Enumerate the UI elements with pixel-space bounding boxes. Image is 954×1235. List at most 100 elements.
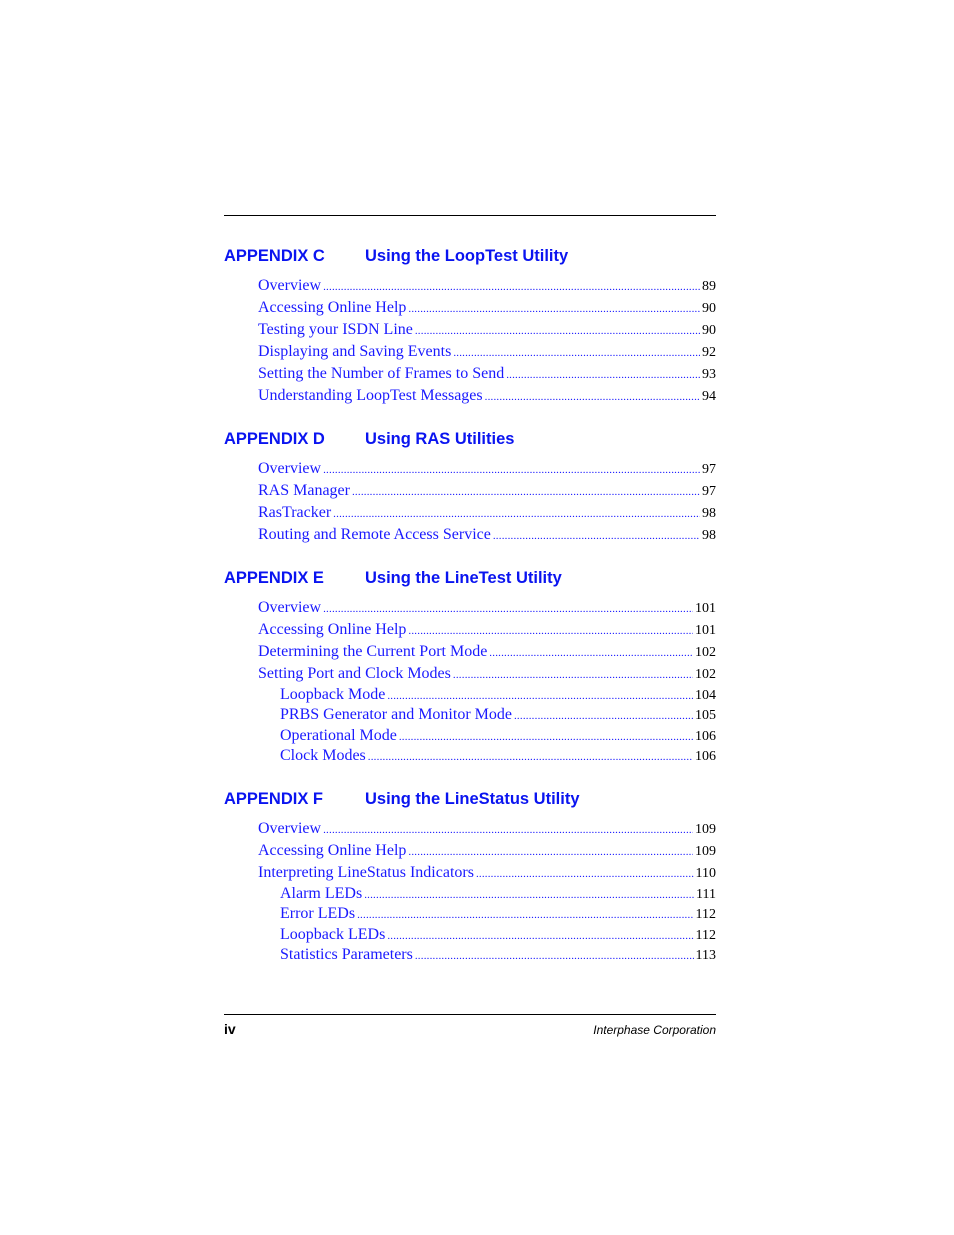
toc-entry-text[interactable]: Overview [224,818,321,840]
dot-leader [408,841,693,863]
appendix-heading[interactable]: APPENDIX F Using the LineStatus Utility [224,790,716,812]
toc-entry-text[interactable]: Operational Mode [224,726,397,746]
toc-subentry[interactable]: PRBS Generator and Monitor Mode 105 [224,705,716,725]
toc-page-number: 105 [695,708,716,724]
toc-entry-text[interactable]: Determining the Current Port Mode [224,641,487,663]
page-footer: iv Interphase Corporation [224,1021,716,1039]
dot-leader [493,525,700,547]
toc-entry-text[interactable]: Loopback LEDs [224,925,385,945]
appendix-d-section: APPENDIX D Using RAS Utilities Overview 9… [224,430,716,546]
dot-leader [415,946,694,966]
toc-entries: Overview 109 Accessing Online Help 109 Int… [224,818,716,965]
toc-subentry[interactable]: Statistics Parameters 113 [224,945,716,965]
toc-entry-text[interactable]: Accessing Online Help [224,619,406,641]
appendix-title[interactable]: Using the LineTest Utility [365,569,562,588]
toc-page-number: 104 [695,688,716,703]
toc-entry-text[interactable]: Displaying and Saving Events [224,341,451,363]
toc-entry-text[interactable]: Routing and Remote Access Service [224,524,491,546]
toc-entry[interactable]: RAS Manager 97 [224,480,716,502]
toc-page-number: 112 [695,907,716,923]
toc-entry[interactable]: Testing your ISDN Line 90 [224,319,716,341]
toc-entry-text[interactable]: Overview [224,597,321,619]
appendix-label: APPENDIX C [224,247,325,265]
dot-leader [357,905,693,925]
toc-entry[interactable]: Accessing Online Help 90 [224,297,716,319]
appendix-title[interactable]: Using RAS Utilities [365,430,514,449]
toc-page-number: 110 [695,866,716,881]
dot-leader [453,664,693,686]
toc-entry-text[interactable]: Statistics Parameters [224,945,413,965]
toc-subentry[interactable]: Loopback Mode 104 [224,685,716,705]
toc-entry-text[interactable]: Overview [224,458,321,480]
toc-entry-text[interactable]: Testing your ISDN Line [224,319,413,341]
toc-entry-text[interactable]: Understanding LoopTest Messages [224,385,483,407]
toc-page-number: 97 [702,484,716,499]
toc-entry-text[interactable]: Accessing Online Help [224,840,406,862]
dot-leader [506,364,700,386]
toc-entry[interactable]: Interpreting LineStatus Indicators 110 [224,862,716,884]
appendix-heading[interactable]: APPENDIX D Using RAS Utilities [224,430,716,452]
toc-entries: Overview 97 RAS Manager 97 RasTracker 98 Ro… [224,458,716,546]
toc-page-number: 90 [702,301,716,316]
toc-entry-text[interactable]: Alarm LEDs [224,884,362,904]
toc-entry[interactable]: Setting Port and Clock Modes 102 [224,663,716,685]
toc-entry[interactable]: Determining the Current Port Mode 102 [224,641,716,663]
toc-entry[interactable]: Overview 109 [224,818,716,840]
toc-page-number: 101 [695,601,716,616]
toc-page-number: 106 [695,748,716,764]
toc-page-number: 102 [695,667,716,682]
toc-page-number: 102 [695,645,716,660]
toc-page-number: 106 [695,728,716,744]
toc-subentry[interactable]: Operational Mode 106 [224,726,716,746]
toc-page-number: 112 [695,927,716,943]
appendix-f-section: APPENDIX F Using the LineStatus Utility … [224,790,716,965]
toc-page-number: 111 [696,887,716,902]
toc-subentry[interactable]: Alarm LEDs 111 [224,884,716,904]
appendix-heading[interactable]: APPENDIX C Using the LoopTest Utility [224,247,716,269]
toc-entry-text[interactable]: RAS Manager [224,480,350,502]
toc-entry[interactable]: Routing and Remote Access Service 98 [224,524,716,546]
dot-leader [489,642,693,664]
footer-company: Interphase Corporation [593,1023,716,1037]
toc-entry[interactable]: Setting the Number of Frames to Send 93 [224,363,716,385]
toc-entry[interactable]: Overview 97 [224,458,716,480]
toc-page-number: 93 [702,367,716,382]
toc-entry-text[interactable]: RasTracker [224,502,331,524]
toc-entry[interactable]: RasTracker 98 [224,502,716,524]
dot-leader [323,819,693,841]
toc-entry[interactable]: Accessing Online Help 101 [224,619,716,641]
appendix-label: APPENDIX E [224,569,324,587]
toc-entry-text[interactable]: Clock Modes [224,746,366,766]
toc-subentry[interactable]: Error LEDs 112 [224,904,716,924]
toc-entry[interactable]: Overview 89 [224,275,716,297]
toc-entry-text[interactable]: Setting the Number of Frames to Send [224,363,504,385]
toc-entry-text[interactable]: Setting Port and Clock Modes [224,663,451,685]
toc-entry-text[interactable]: Overview [224,275,321,297]
toc-entry-text[interactable]: Accessing Online Help [224,297,406,319]
appendix-label: APPENDIX D [224,430,325,448]
appendix-title[interactable]: Using the LineStatus Utility [365,790,580,809]
toc-entry[interactable]: Understanding LoopTest Messages 94 [224,385,716,407]
dot-leader [323,276,700,298]
dot-leader [415,320,700,342]
toc-page-number: 94 [702,389,716,404]
footer-page-number: iv [224,1021,236,1037]
appendix-title[interactable]: Using the LoopTest Utility [365,247,568,266]
toc-entry[interactable]: Overview 101 [224,597,716,619]
toc-page-number: 90 [702,323,716,338]
toc-entry[interactable]: Accessing Online Help 109 [224,840,716,862]
toc-entry-text[interactable]: Error LEDs [224,904,355,924]
toc-subentry[interactable]: Loopback LEDs 112 [224,925,716,945]
toc-page-number: 109 [695,844,716,859]
toc-entry-text[interactable]: Loopback Mode [224,685,385,705]
toc-entry-text[interactable]: Interpreting LineStatus Indicators [224,862,474,884]
toc-page-number: 113 [695,947,716,963]
toc-subentry[interactable]: Clock Modes 106 [224,746,716,766]
dot-leader [476,863,694,885]
appendix-c-section: APPENDIX C Using the LoopTest Utility Ov… [224,247,716,407]
toc-entry-text[interactable]: PRBS Generator and Monitor Mode [224,705,512,725]
toc-page-number: 92 [702,345,716,360]
toc-entry[interactable]: Displaying and Saving Events 92 [224,341,716,363]
toc-entries: Overview 101 Accessing Online Help 101 Det… [224,597,716,766]
appendix-heading[interactable]: APPENDIX E Using the LineTest Utility [224,569,716,591]
